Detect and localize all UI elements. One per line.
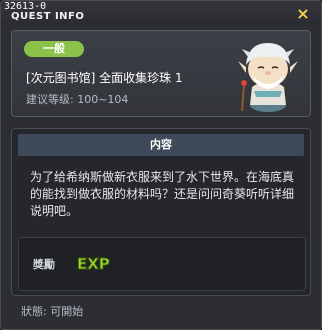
quest-name: [次元图书馆] 全面收集珍珠 1 bbox=[26, 71, 183, 85]
quest-description: 为了给希纳斯做新衣服来到了水下世界。在海底真的能找到做衣服的材料吗？还是问问奇葵… bbox=[30, 170, 295, 218]
quest-type-badge: 一般 bbox=[24, 41, 84, 57]
close-icon: × bbox=[296, 4, 310, 23]
close-button[interactable]: × bbox=[294, 5, 312, 23]
npc-portrait bbox=[238, 43, 298, 112]
title-bar[interactable]: 32613-0 QUEST INFO × bbox=[1, 1, 321, 25]
exp-icon: EXP bbox=[77, 255, 111, 274]
quest-level: 建议等级: 100~104 bbox=[26, 93, 129, 106]
window-title: QUEST INFO bbox=[11, 11, 85, 22]
quest-header-panel: 一般 [次元图书馆] 全面收集珍珠 1 建议等级: 100~104 bbox=[11, 30, 311, 117]
exp-text: EXP bbox=[77, 255, 110, 273]
reward-label: 獎勵 bbox=[33, 258, 55, 271]
quest-info-window: 32613-0 QUEST INFO × 一般 [次元图书馆] 全面收集珍珠 1… bbox=[0, 0, 322, 330]
content-panel: 内容 为了给希纳斯做新衣服来到了水下世界。在海底真的能找到做衣服的材料吗？还是问… bbox=[11, 128, 311, 296]
reward-box: 獎勵 EXP bbox=[18, 237, 306, 291]
quest-status: 狀態: 可開始 bbox=[21, 305, 84, 318]
content-header: 内容 bbox=[18, 134, 304, 156]
